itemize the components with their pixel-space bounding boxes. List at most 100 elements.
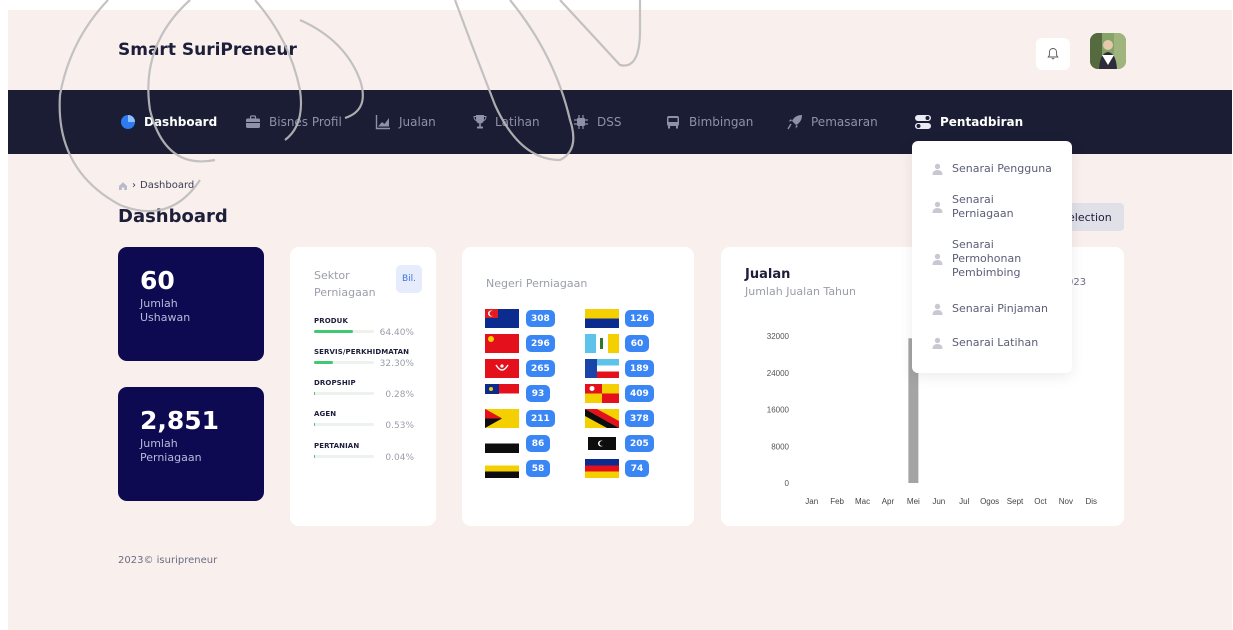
nav-latihan[interactable]: Latihan bbox=[473, 90, 540, 154]
state-flag-perak bbox=[485, 459, 519, 478]
x-tick-label: Jan bbox=[805, 497, 818, 506]
stat-label: Jumlah Perniagaan bbox=[140, 437, 202, 464]
state-flag-sabah bbox=[585, 359, 619, 378]
app-page: Smart SuriPreneur Dashboard Bisnes Profi… bbox=[8, 10, 1232, 630]
dropdown-item-senarai-pinjaman[interactable]: Senarai Pinjaman bbox=[932, 302, 1052, 316]
nav-label: Latihan bbox=[495, 115, 540, 129]
stat-card-ushawan: 60 Jumlah Ushawan bbox=[118, 247, 264, 361]
x-tick-label: Jul bbox=[959, 497, 969, 506]
pentadbiran-dropdown: Senarai Pengguna Senarai Perniagaan Sena… bbox=[912, 141, 1072, 373]
sektor-row: PRODUK 64.40% bbox=[314, 317, 414, 338]
state-count-badge: 189 bbox=[625, 360, 654, 377]
state-count-badge: 378 bbox=[625, 410, 654, 427]
toggle-icon bbox=[915, 115, 931, 129]
nav-label: Bisnes Profil bbox=[269, 115, 342, 129]
brand-title[interactable]: Smart SuriPreneur bbox=[118, 40, 297, 60]
sektor-percent: 0.28% bbox=[385, 390, 414, 400]
state-count-badge: 265 bbox=[526, 360, 555, 377]
dropdown-item-senarai-latihan[interactable]: Senarai Latihan bbox=[932, 336, 1052, 350]
bell-icon bbox=[1047, 48, 1059, 60]
nav-label: DSS bbox=[597, 115, 622, 129]
y-tick-label: 8000 bbox=[771, 442, 789, 451]
nav-bisnes-profil[interactable]: Bisnes Profil bbox=[245, 90, 342, 154]
nav-label: Jualan bbox=[399, 115, 436, 129]
nav-dashboard[interactable]: Dashboard bbox=[120, 90, 217, 154]
user-icon bbox=[932, 163, 943, 175]
state-flag-perlis bbox=[585, 309, 619, 328]
state-flag-kuala-lumpur bbox=[585, 459, 619, 478]
sektor-progress-fill bbox=[314, 330, 353, 333]
sektor-progress-bar bbox=[314, 361, 374, 364]
user-avatar[interactable] bbox=[1090, 33, 1126, 69]
sektor-name: DROPSHIP bbox=[314, 379, 356, 387]
dropdown-item-label: Senarai Latihan bbox=[952, 336, 1039, 349]
breadcrumb-separator: › bbox=[132, 180, 136, 191]
nav-jualan[interactable]: Jualan bbox=[375, 90, 436, 154]
state-flag-negeri-sembilan bbox=[485, 409, 519, 428]
nav-pemasaran[interactable]: Pemasaran bbox=[787, 90, 878, 154]
sektor-percent: 0.04% bbox=[385, 453, 414, 463]
state-flag-johor bbox=[485, 309, 519, 328]
dropdown-item-senarai-pengguna[interactable]: Senarai Pengguna bbox=[932, 162, 1052, 176]
sektor-percent: 32.30% bbox=[379, 359, 414, 369]
breadcrumb-current: Dashboard bbox=[140, 180, 195, 191]
dropdown-item-label: Senarai Pinjaman bbox=[952, 302, 1048, 315]
trophy-icon bbox=[473, 115, 487, 129]
nav-label: Bimbingan bbox=[689, 115, 754, 129]
avatar-image bbox=[1090, 33, 1126, 69]
x-tick-label: Ogos bbox=[980, 497, 999, 506]
nav-label: Pentadbiran bbox=[940, 115, 1024, 129]
dropdown-item-label: Senarai Perniagaan bbox=[952, 193, 1014, 220]
state-flag-selangor bbox=[585, 384, 619, 403]
sektor-row: DROPSHIP 0.28% bbox=[314, 379, 414, 400]
sektor-card: Sektor Perniagaan Bil. PRODUK 64.40% SERVI… bbox=[290, 247, 436, 526]
state-count-badge: 60 bbox=[625, 335, 649, 352]
briefcase-icon bbox=[246, 115, 260, 128]
sektor-progress-bar bbox=[314, 455, 374, 458]
dropdown-item-senarai-perniagaan[interactable]: Senarai Perniagaan bbox=[932, 193, 1052, 221]
sektor-progress-bar bbox=[314, 423, 374, 426]
dropdown-item-label: Senarai Pengguna bbox=[952, 162, 1052, 175]
y-tick-label: 24000 bbox=[767, 369, 790, 378]
sektor-name: PRODUK bbox=[314, 317, 348, 325]
state-count-badge: 93 bbox=[526, 385, 550, 402]
nav-bimbingan[interactable]: Bimbingan bbox=[665, 90, 753, 154]
notification-button[interactable] bbox=[1036, 38, 1070, 70]
user-icon bbox=[932, 303, 943, 315]
x-tick-label: Jun bbox=[932, 497, 945, 506]
nav-label: Dashboard bbox=[144, 115, 218, 129]
sektor-progress-bar bbox=[314, 330, 374, 333]
dropdown-item-label: Senarai Permohonan Pembimbing bbox=[952, 238, 1022, 279]
state-count-badge: 409 bbox=[625, 385, 654, 402]
state-flag-melaka bbox=[485, 384, 519, 403]
bus-icon bbox=[667, 116, 679, 129]
nav-label: Pemasaran bbox=[811, 115, 878, 129]
state-count-badge: 86 bbox=[526, 435, 550, 452]
sektor-name: PERTANIAN bbox=[314, 442, 360, 450]
state-flag-sarawak bbox=[585, 409, 619, 428]
sektor-row: SERVIS/PERKHIDMATAN 32.30% bbox=[314, 348, 414, 369]
nav-dss[interactable]: DSS bbox=[573, 90, 621, 154]
state-count-badge: 205 bbox=[625, 435, 654, 452]
stat-card-perniagaan: 2,851 Jumlah Perniagaan bbox=[118, 387, 264, 501]
x-tick-label: Dis bbox=[1086, 497, 1098, 506]
y-tick-label: 0 bbox=[785, 479, 790, 488]
x-tick-label: Oct bbox=[1034, 497, 1047, 506]
state-count-badge: 58 bbox=[526, 460, 550, 477]
user-icon bbox=[932, 337, 943, 349]
sektor-percent: 64.40% bbox=[379, 328, 414, 338]
user-icon bbox=[932, 201, 943, 213]
dropdown-item-senarai-permohonan[interactable]: Senarai Permohonan Pembimbing bbox=[932, 238, 1052, 280]
y-tick-label: 16000 bbox=[767, 406, 790, 415]
sektor-title: Sektor Perniagaan bbox=[314, 269, 376, 299]
stat-value: 2,851 bbox=[140, 406, 220, 435]
page-title: Dashboard bbox=[118, 206, 228, 227]
x-tick-label: Sept bbox=[1007, 497, 1024, 506]
state-flag-kelantan bbox=[485, 359, 519, 378]
bil-button[interactable]: Bil. bbox=[396, 265, 422, 293]
stat-value: 60 bbox=[140, 266, 175, 295]
pie-chart-icon bbox=[121, 115, 135, 129]
state-flag-terengganu bbox=[585, 434, 619, 453]
home-icon[interactable] bbox=[118, 181, 128, 191]
x-tick-label: Mac bbox=[855, 497, 870, 506]
